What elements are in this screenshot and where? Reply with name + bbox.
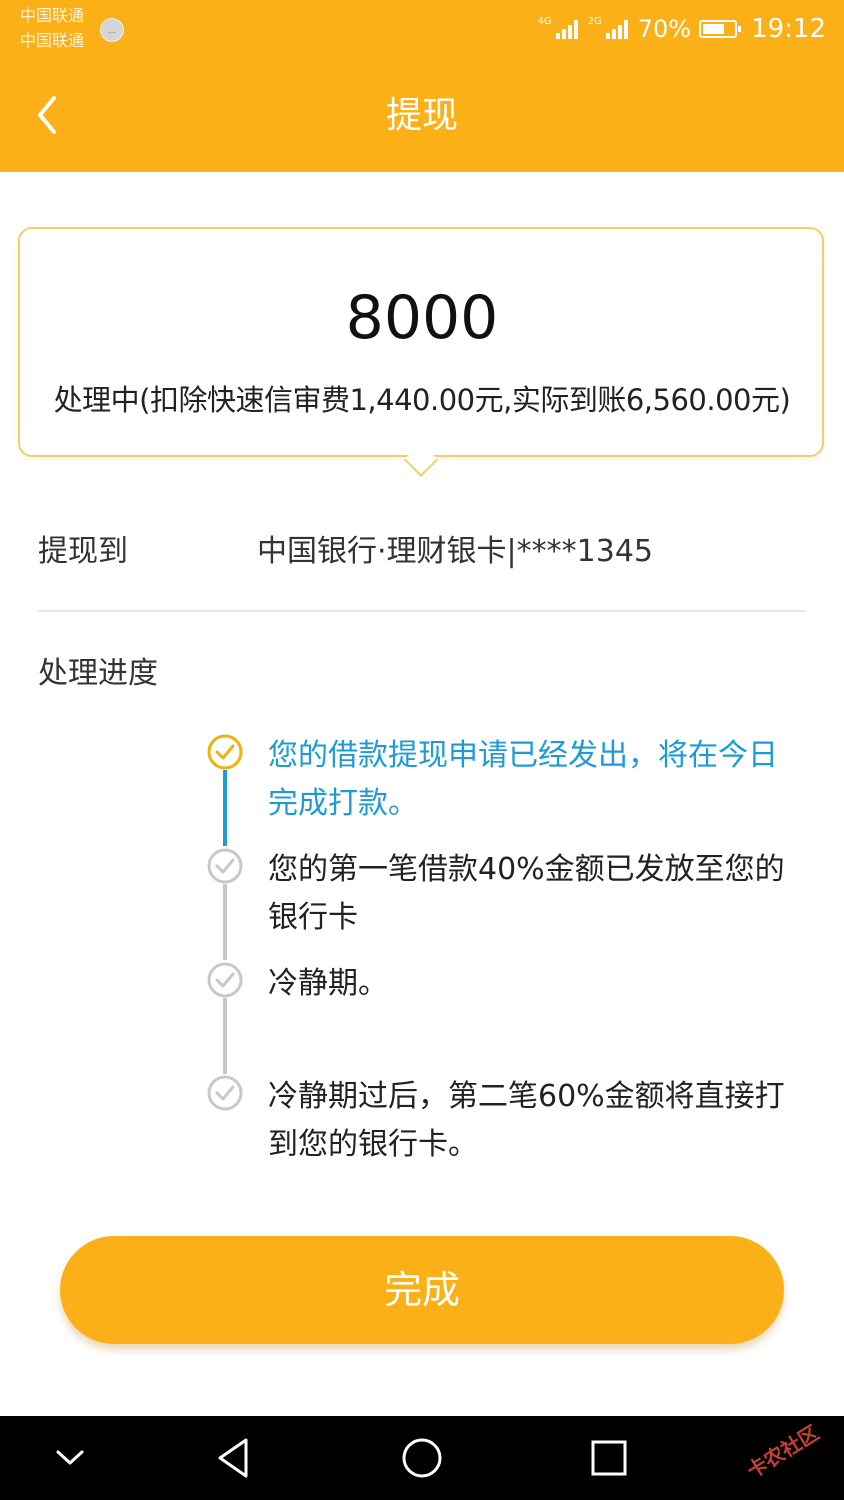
back-triangle-icon (218, 1438, 248, 1478)
progress-step-1: 您的借款提现申请已经发出，将在今日完成打款。 (268, 738, 778, 821)
processing-status: 处理中(扣除快速信审费1,440.00元,实际到账6,560.00元) (53, 383, 791, 417)
network-type-label-secondary: 2G (587, 15, 602, 27)
progress-step-3: 冷静期。 (268, 966, 388, 1001)
progress-label: 处理进度 (38, 656, 158, 691)
home-circle-icon (402, 1438, 442, 1478)
carrier-name: 中国联通 (20, 6, 85, 25)
clock: 19:12 (751, 14, 826, 44)
progress-step-2: 您的第一笔借款40%金额已发放至您的银行卡 (268, 852, 785, 935)
system-home-button[interactable] (380, 1416, 464, 1500)
done-button[interactable]: 完成 (60, 1236, 784, 1344)
notification-badge-icon: … (100, 18, 124, 42)
timeline-line-active (223, 770, 227, 846)
destination-bank-card: 中国银行·理财银卡|****1345 (257, 534, 653, 569)
check-circle-icon (207, 848, 243, 884)
battery-icon (699, 20, 742, 38)
check-circle-icon (207, 1075, 243, 1111)
status-indicators: 4G 2G 70% 19:12 (537, 12, 826, 46)
system-back-button[interactable] (192, 1416, 276, 1500)
chevron-down-icon (56, 1450, 84, 1465)
network-type-label: 4G (537, 15, 552, 27)
system-nav-bar (0, 1416, 844, 1500)
hide-keyboard-button[interactable] (28, 1416, 112, 1500)
progress-step-4: 冷静期过后，第二笔60%金额将直接打到您的银行卡。 (268, 1079, 785, 1162)
app-header: 中国联通 中国联通 … 4G 2G 70% 19:12 提现 (0, 0, 844, 172)
destination-label: 提现到 (38, 534, 128, 569)
system-recents-button[interactable] (567, 1416, 651, 1500)
page-title: 提现 (385, 95, 458, 136)
signal-strength-icon-secondary (604, 19, 628, 39)
status-bar: 中国联通 中国联通 … 4G 2G 70% 19:12 (0, 0, 844, 60)
withdraw-amount: 8000 (345, 283, 499, 353)
recents-square-icon (591, 1440, 627, 1476)
battery-fill (703, 24, 725, 34)
divider (38, 610, 806, 612)
battery-percent: 70% (637, 15, 692, 43)
check-circle-icon (207, 962, 243, 998)
carrier-name-secondary: 中国联通 (20, 31, 85, 50)
check-circle-icon (207, 734, 243, 770)
timeline-line (223, 884, 227, 960)
timeline-line (223, 998, 227, 1074)
signal-strength-icon (554, 19, 578, 39)
